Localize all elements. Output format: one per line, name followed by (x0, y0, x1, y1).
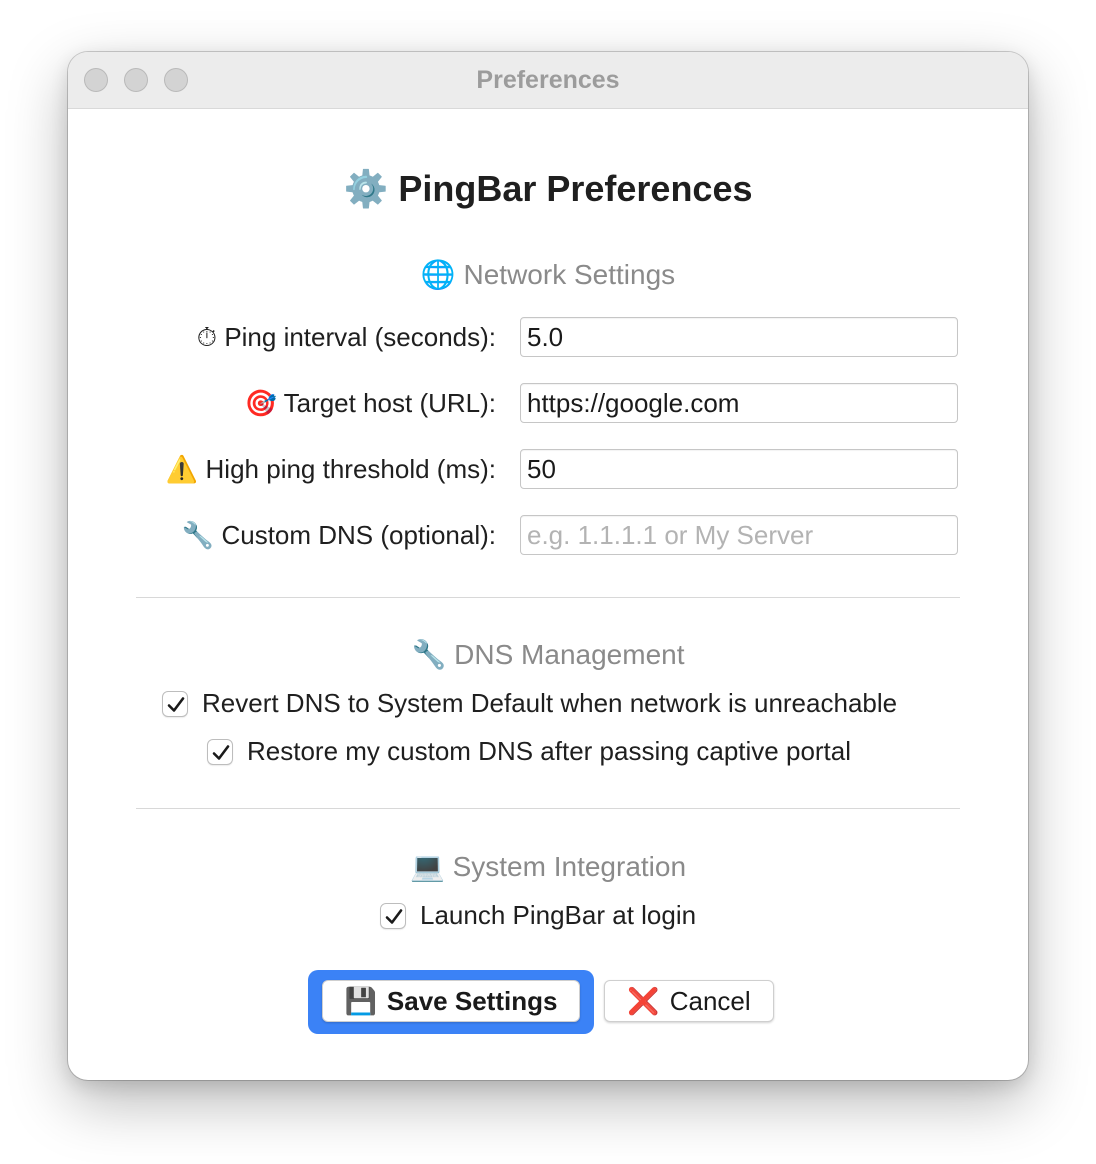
globe-icon: 🌐 (420, 259, 456, 290)
target-host-label: 🎯 Target host (URL): (244, 388, 496, 419)
warning-icon: ⚠️ (165, 454, 199, 484)
window-title: Preferences (476, 66, 620, 94)
checkmark-icon (212, 745, 230, 760)
system-integration-heading: 💻 System Integration (68, 850, 1028, 883)
ping-interval-input[interactable] (520, 317, 958, 357)
revert-dns-checkbox[interactable] (162, 691, 188, 717)
floppy-disk-icon: 💾 (344, 985, 377, 1016)
high-ping-threshold-input[interactable] (520, 449, 958, 489)
custom-dns-input[interactable] (520, 515, 958, 555)
high-ping-threshold-label: ⚠️ High ping threshold (ms): (166, 454, 496, 485)
ping-interval-label-text: Ping interval (seconds): (224, 322, 496, 352)
target-host-input[interactable] (520, 383, 958, 423)
wrench-icon: 🔧 (181, 520, 215, 550)
dns-management-heading: 🔧 DNS Management (68, 638, 1028, 671)
page-title-text: PingBar Preferences (398, 168, 753, 209)
dns-management-heading-text: DNS Management (454, 639, 685, 670)
network-settings-heading-text: Network Settings (463, 259, 676, 290)
divider (136, 808, 960, 809)
preferences-window: Preferences ⚙️ PingBar Preferences 🌐 Net… (68, 52, 1028, 1080)
laptop-icon: 💻 (409, 851, 445, 882)
restore-dns-label: Restore my custom DNS after passing capt… (247, 736, 852, 766)
network-settings-heading: 🌐 Network Settings (68, 258, 1028, 291)
cross-mark-icon: ❌ (627, 985, 660, 1016)
save-settings-button[interactable]: 💾 Save Settings (322, 980, 580, 1022)
custom-dns-label: 🔧 Custom DNS (optional): (182, 520, 496, 551)
revert-dns-option[interactable]: Revert DNS to System Default when networ… (162, 688, 897, 719)
launch-at-login-option[interactable]: Launch PingBar at login (380, 900, 696, 931)
system-integration-heading-text: System Integration (452, 851, 687, 882)
high-ping-threshold-label-text: High ping threshold (ms): (205, 454, 496, 484)
gear-icon: ⚙️ (343, 168, 389, 209)
divider (136, 597, 960, 598)
page-title: ⚙️ PingBar Preferences (68, 168, 1028, 210)
ping-interval-label: ⏱ Ping interval (seconds): (197, 322, 496, 354)
checkmark-icon (385, 909, 403, 924)
checkmark-icon (167, 697, 185, 712)
save-settings-label: Save Settings (386, 985, 558, 1016)
target-icon: 🎯 (244, 388, 277, 418)
cancel-label: Cancel (669, 985, 751, 1016)
restore-dns-option[interactable]: Restore my custom DNS after passing capt… (207, 736, 851, 767)
launch-at-login-label: Launch PingBar at login (420, 900, 697, 930)
stopwatch-icon: ⏱ (196, 322, 218, 352)
restore-dns-checkbox[interactable] (207, 739, 233, 765)
cancel-button[interactable]: ❌ Cancel (604, 980, 774, 1022)
revert-dns-label: Revert DNS to System Default when networ… (202, 688, 898, 718)
target-host-label-text: Target host (URL): (283, 388, 496, 418)
title-bar[interactable]: Preferences (68, 52, 1028, 109)
launch-at-login-checkbox[interactable] (380, 903, 406, 929)
custom-dns-label-text: Custom DNS (optional): (221, 520, 496, 550)
wrench-icon: 🔧 (411, 639, 447, 670)
